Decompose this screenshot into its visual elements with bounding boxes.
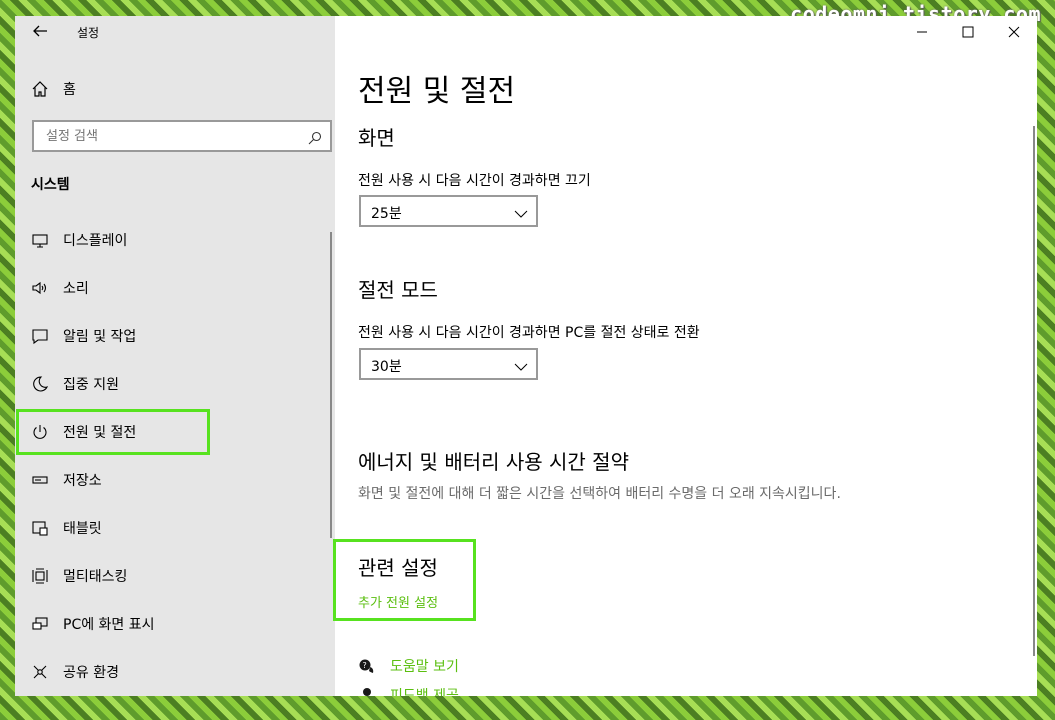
sidebar-item-display[interactable]: 디스플레이: [17, 218, 329, 262]
sidebar-scrollbar[interactable]: [330, 232, 332, 538]
chevron-down-icon: [514, 205, 528, 218]
maximize-button[interactable]: [945, 16, 991, 48]
monitor-icon: [31, 231, 49, 249]
related-settings-box: 관련 설정 추가 전원 설정: [333, 539, 476, 621]
sidebar-item-project[interactable]: PC에 화면 표시: [17, 602, 329, 646]
sidebar-item-storage[interactable]: 저장소: [17, 458, 329, 502]
get-help-link[interactable]: ? 도움말 보기: [358, 655, 459, 677]
sidebar: 설정 홈 시스템 디스플레이 소리 알림 및 작업: [15, 16, 335, 696]
help-chat-icon: ?: [358, 657, 376, 675]
related-settings-title: 관련 설정: [358, 556, 438, 580]
section-title: 시스템: [31, 177, 70, 193]
additional-power-settings-link[interactable]: 추가 전원 설정: [358, 592, 438, 611]
energy-description: 화면 및 절전에 대해 더 짧은 시간을 선택하여 배터리 수명을 더 오래 지…: [358, 486, 841, 502]
chevron-down-icon: [514, 358, 528, 371]
minimize-button[interactable]: [899, 16, 945, 48]
home-label: 홈: [63, 82, 76, 98]
svg-text:?: ?: [363, 661, 367, 670]
settings-window: 설정 홈 시스템 디스플레이 소리 알림 및 작업: [15, 16, 1037, 696]
sleep-timeout-value: 30분: [371, 359, 402, 375]
sleep-section-title: 절전 모드: [358, 278, 438, 302]
message-icon: [31, 327, 49, 345]
search-box[interactable]: [32, 120, 332, 152]
window-title: 설정: [77, 26, 100, 40]
sidebar-item-label: 멀티태스킹: [63, 569, 128, 585]
feedback-icon: [358, 686, 376, 696]
sidebar-item-label: PC에 화면 표시: [63, 617, 155, 633]
screen-section-title: 화면: [358, 126, 395, 150]
back-arrow-icon[interactable]: [31, 22, 49, 40]
give-feedback-label: 피드백 제공: [390, 688, 459, 696]
content-scrollbar[interactable]: [1033, 126, 1035, 656]
speaker-icon: [31, 279, 49, 297]
sidebar-item-label: 공유 환경: [63, 665, 119, 681]
page-title: 전원 및 절전: [358, 74, 516, 109]
sidebar-item-label: 소리: [63, 281, 89, 297]
power-icon: [31, 423, 49, 441]
main-content: 전원 및 절전 화면 전원 사용 시 다음 시간이 경과하면 끄기 25분 절전…: [333, 16, 1037, 696]
share-icon: [31, 663, 49, 681]
sidebar-item-label: 집중 지원: [63, 377, 119, 393]
screen-timeout-label: 전원 사용 시 다음 시간이 경과하면 끄기: [358, 173, 591, 189]
home-icon: [31, 80, 49, 98]
moon-icon: [31, 375, 49, 393]
close-icon: [1008, 26, 1020, 38]
sidebar-item-label: 알림 및 작업: [63, 329, 137, 345]
sidebar-item-label: 디스플레이: [63, 233, 128, 249]
search-input[interactable]: [44, 128, 288, 145]
sidebar-item-label: 전원 및 절전: [63, 425, 137, 441]
get-help-label: 도움말 보기: [390, 659, 459, 675]
sidebar-item-sound[interactable]: 소리: [17, 266, 329, 310]
sidebar-item-shared-experience[interactable]: 공유 환경: [17, 650, 329, 694]
sleep-timeout-label: 전원 사용 시 다음 시간이 경과하면 PC를 절전 상태로 전환: [358, 325, 700, 341]
sleep-timeout-dropdown[interactable]: 30분: [359, 348, 538, 380]
give-feedback-link[interactable]: 피드백 제공: [358, 684, 459, 696]
close-button[interactable]: [991, 16, 1037, 48]
sidebar-item-label: 저장소: [63, 473, 102, 489]
project-icon: [31, 615, 49, 633]
maximize-icon: [962, 26, 974, 38]
sidebar-item-multitasking[interactable]: 멀티태스킹: [17, 554, 329, 598]
energy-section-title: 에너지 및 배터리 사용 시간 절약: [358, 450, 629, 474]
minimize-icon: [917, 31, 927, 33]
screen-timeout-value: 25분: [371, 206, 402, 222]
multitask-icon: [31, 567, 49, 585]
sidebar-item-focus-assist[interactable]: 집중 지원: [17, 362, 329, 406]
sidebar-item-power-sleep[interactable]: 전원 및 절전: [16, 409, 210, 455]
tablet-icon: [31, 519, 49, 537]
sidebar-item-tablet[interactable]: 태블릿: [17, 506, 329, 550]
storage-icon: [31, 471, 49, 489]
sidebar-item-label: 태블릿: [63, 521, 102, 537]
screen-timeout-dropdown[interactable]: 25분: [359, 195, 538, 227]
sidebar-home[interactable]: 홈: [31, 74, 321, 104]
sidebar-item-notifications[interactable]: 알림 및 작업: [17, 314, 329, 358]
search-icon[interactable]: [308, 130, 322, 145]
